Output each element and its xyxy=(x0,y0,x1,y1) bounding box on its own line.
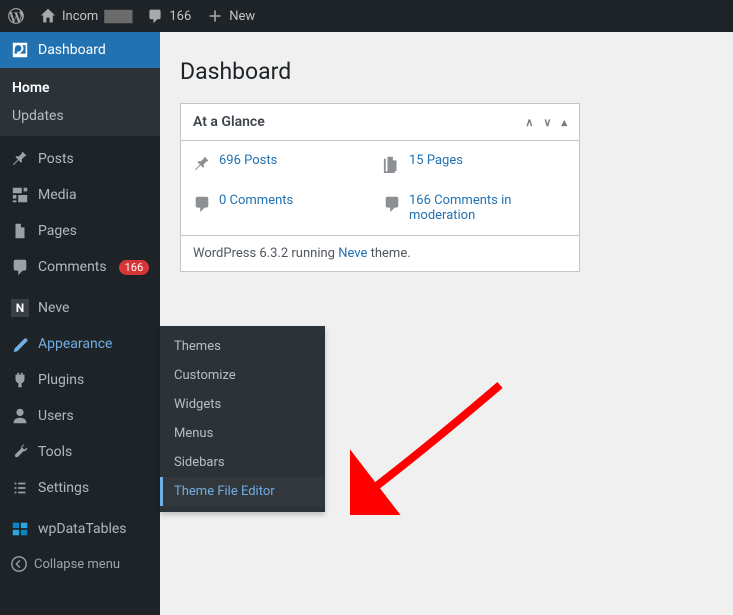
comment-icon xyxy=(147,8,163,24)
theme-link[interactable]: Neve xyxy=(338,246,367,261)
flyout-sidebars[interactable]: Sidebars xyxy=(160,448,325,477)
menu-dashboard-label: Dashboard xyxy=(38,42,106,58)
pages-icon xyxy=(383,155,401,173)
adminbar-comments[interactable]: 166 xyxy=(139,0,199,32)
adminbar-new-label: New xyxy=(229,9,255,24)
menu-media-label: Media xyxy=(38,187,77,203)
admin-bar: Incom ▇▇▇ 166 New xyxy=(0,0,733,32)
menu-plugins-label: Plugins xyxy=(38,372,84,388)
flyout-menus[interactable]: Menus xyxy=(160,419,325,448)
stat-pages-link[interactable]: 15 Pages xyxy=(409,153,463,168)
appearance-icon xyxy=(10,334,30,354)
users-icon xyxy=(10,406,30,426)
menu-users[interactable]: Users xyxy=(0,398,160,434)
move-down-icon[interactable]: ∨ xyxy=(543,116,551,129)
submenu-updates[interactable]: Updates xyxy=(0,102,160,130)
menu-wpdatatables[interactable]: wpDataTables xyxy=(0,511,160,547)
menu-comments-label: Comments xyxy=(38,259,107,275)
pages-icon xyxy=(10,221,30,241)
menu-appearance-label: Appearance xyxy=(38,336,112,352)
admin-sidebar: Dashboard Home Updates Posts Media Pages… xyxy=(0,32,160,615)
page-title: Dashboard xyxy=(180,58,713,85)
menu-wpdatatables-label: wpDataTables xyxy=(38,521,127,537)
stat-moderation-link[interactable]: 166 Comments in moderation xyxy=(409,193,553,223)
wp-version-text: WordPress 6.3.2 running Neve theme. xyxy=(181,235,579,271)
pin-icon xyxy=(193,155,211,173)
flyout-customize[interactable]: Customize xyxy=(160,361,325,390)
comments-icon xyxy=(10,257,30,277)
tools-icon xyxy=(10,442,30,462)
main-content: Dashboard At a Glance ∧ ∨ ▴ 696 Posts xyxy=(160,32,733,615)
stat-posts: 696 Posts xyxy=(193,153,363,173)
menu-posts[interactable]: Posts xyxy=(0,141,160,177)
flyout-theme-file-editor[interactable]: Theme File Editor xyxy=(160,477,325,506)
site-name-text: Incom xyxy=(62,9,98,24)
collapse-label: Collapse menu xyxy=(34,557,120,572)
move-up-icon[interactable]: ∧ xyxy=(525,116,533,129)
site-name-link[interactable]: Incom ▇▇▇ xyxy=(32,0,139,32)
stat-pages: 15 Pages xyxy=(383,153,553,173)
menu-media[interactable]: Media xyxy=(0,177,160,213)
menu-pages-label: Pages xyxy=(38,223,77,239)
submenu-home[interactable]: Home xyxy=(0,74,160,102)
home-icon xyxy=(40,8,56,24)
comment-icon xyxy=(193,195,211,213)
wp-logo[interactable] xyxy=(0,0,32,32)
neve-icon: N xyxy=(10,298,30,318)
adminbar-comments-count: 166 xyxy=(169,9,191,24)
menu-tools[interactable]: Tools xyxy=(0,434,160,470)
menu-settings-label: Settings xyxy=(38,480,89,496)
collapse-menu[interactable]: Collapse menu xyxy=(0,547,160,581)
menu-pages[interactable]: Pages xyxy=(0,213,160,249)
comments-badge: 166 xyxy=(119,260,150,275)
settings-icon xyxy=(10,478,30,498)
adminbar-new[interactable]: New xyxy=(199,0,263,32)
menu-settings[interactable]: Settings xyxy=(0,470,160,506)
collapse-icon xyxy=(10,555,28,573)
appearance-flyout: Themes Customize Widgets Menus Sidebars … xyxy=(160,326,325,512)
wordpress-icon xyxy=(8,8,24,24)
plus-icon xyxy=(207,8,223,24)
plugins-icon xyxy=(10,370,30,390)
at-a-glance-box: At a Glance ∧ ∨ ▴ 696 Posts 15 Pages xyxy=(180,103,580,272)
menu-plugins[interactable]: Plugins xyxy=(0,362,160,398)
media-icon xyxy=(10,185,30,205)
menu-tools-label: Tools xyxy=(38,444,72,460)
menu-dashboard[interactable]: Dashboard Home Updates xyxy=(0,32,160,136)
wpdatatables-icon xyxy=(10,519,30,539)
dashboard-icon xyxy=(10,40,30,60)
pin-icon xyxy=(10,149,30,169)
stat-posts-link[interactable]: 696 Posts xyxy=(219,153,277,168)
flyout-themes[interactable]: Themes xyxy=(160,332,325,361)
stat-comments-link[interactable]: 0 Comments xyxy=(219,193,293,208)
flyout-widgets[interactable]: Widgets xyxy=(160,390,325,419)
comment-mod-icon xyxy=(383,195,401,213)
menu-posts-label: Posts xyxy=(38,151,74,167)
stat-moderation: 166 Comments in moderation xyxy=(383,193,553,223)
stat-comments: 0 Comments xyxy=(193,193,363,223)
menu-neve-label: Neve xyxy=(38,300,69,316)
menu-neve[interactable]: N Neve xyxy=(0,290,160,326)
menu-appearance[interactable]: Appearance Themes Customize Widgets Menu… xyxy=(0,326,160,362)
menu-comments[interactable]: Comments 166 xyxy=(0,249,160,285)
toggle-icon[interactable]: ▴ xyxy=(561,116,567,129)
glance-heading: At a Glance xyxy=(193,114,265,130)
menu-users-label: Users xyxy=(38,408,74,424)
